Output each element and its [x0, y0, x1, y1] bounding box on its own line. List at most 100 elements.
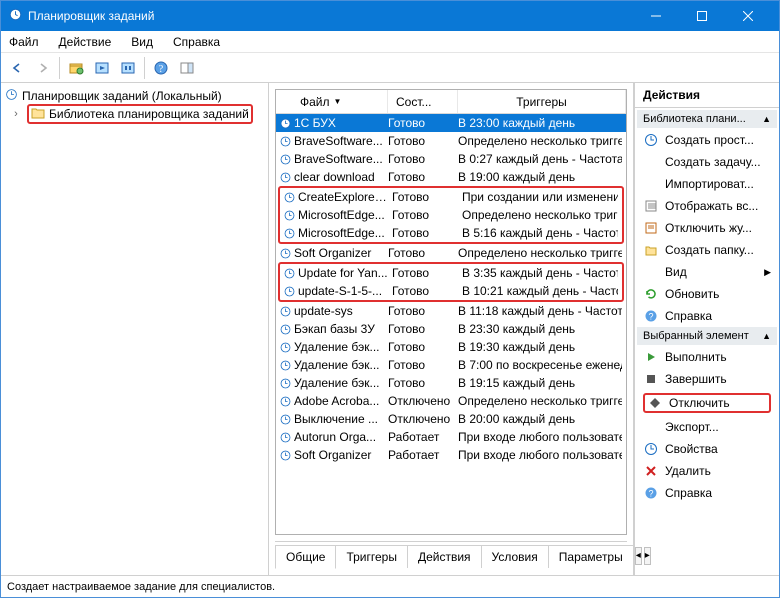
action-show-all[interactable]: Отображать вс...: [637, 195, 777, 217]
cell-name: CreateExplorer...: [298, 190, 392, 204]
create-task-icon[interactable]: [64, 56, 88, 80]
tab-params[interactable]: Параметры: [548, 545, 634, 568]
help-icon[interactable]: ?: [149, 56, 173, 80]
action-help-2[interactable]: ?Справка: [637, 482, 777, 504]
table-row[interactable]: Soft OrganizerРаботаетПри входе любого п…: [276, 446, 626, 464]
cell-state: Отключено: [388, 394, 458, 408]
clock-icon: [276, 449, 294, 462]
svg-text:?: ?: [648, 312, 653, 322]
action-disable[interactable]: Отключить: [637, 390, 777, 416]
menu-file[interactable]: Файл: [5, 33, 43, 51]
sort-indicator-icon: ▼: [334, 97, 342, 106]
actions-section-selected[interactable]: Выбранный элемент▲: [637, 327, 777, 345]
toolbar: ?: [1, 53, 779, 83]
cell-state: Готово: [388, 376, 458, 390]
action-create-task[interactable]: Создать задачу...: [637, 151, 777, 173]
log-icon: [643, 220, 659, 236]
expand-icon[interactable]: ›: [9, 108, 23, 120]
refresh-icon: [643, 286, 659, 302]
action-end[interactable]: Завершить: [637, 368, 777, 390]
clock-icon: [276, 395, 294, 408]
header-state[interactable]: Сост...: [388, 90, 458, 113]
tree-library[interactable]: › Библиотека планировщика заданий: [3, 105, 266, 123]
cell-name: Soft Organizer: [294, 246, 388, 260]
cell-trigger: В 23:30 каждый день: [458, 322, 622, 336]
table-row[interactable]: clear downloadГотовоВ 19:00 каждый день: [276, 168, 626, 186]
cell-trigger: Определено несколько тригге: [458, 394, 622, 408]
table-row[interactable]: BraveSoftware...ГотовоВ 0:27 каждый день…: [276, 150, 626, 168]
table-row[interactable]: Adobe Acroba...ОтключеноОпределено неско…: [276, 392, 626, 410]
action-new-folder[interactable]: Создать папку...: [637, 239, 777, 261]
table-row[interactable]: BraveSoftware...ГотовоОпределено несколь…: [276, 132, 626, 150]
tab-conditions[interactable]: Условия: [481, 545, 549, 568]
properties-icon: [643, 441, 659, 457]
menu-action[interactable]: Действие: [55, 33, 116, 51]
table-row[interactable]: 1С БУХГотовоВ 23:00 каждый день: [276, 114, 626, 132]
table-row[interactable]: MicrosoftEdge...ГотовоОпределено несколь…: [280, 206, 622, 224]
delete-icon: [643, 463, 659, 479]
cell-trigger: В 10:21 каждый день - Частота: [462, 284, 618, 298]
cell-name: Soft Organizer: [294, 448, 388, 462]
disable-task-icon[interactable]: [116, 56, 140, 80]
table-row[interactable]: Удаление бэк...ГотовоВ 7:00 по воскресен…: [276, 356, 626, 374]
table-row[interactable]: Бэкап базы 3УГотовоВ 23:30 каждый день: [276, 320, 626, 338]
action-import[interactable]: Импортироват...: [637, 173, 777, 195]
action-help[interactable]: ?Справка: [637, 305, 777, 327]
action-run[interactable]: Выполнить: [637, 346, 777, 368]
tab-actions[interactable]: Действия: [407, 545, 482, 568]
menu-view[interactable]: Вид: [127, 33, 157, 51]
table-row[interactable]: Удаление бэк...ГотовоВ 19:15 каждый день: [276, 374, 626, 392]
folder-icon: [31, 106, 45, 122]
cell-trigger: В 11:18 каждый день - Частота: [458, 304, 622, 318]
action-refresh[interactable]: Обновить: [637, 283, 777, 305]
actions-section-library[interactable]: Библиотека плани...▲: [637, 110, 777, 128]
menu-help[interactable]: Справка: [169, 33, 224, 51]
action-export[interactable]: Экспорт...: [637, 416, 777, 438]
action-delete[interactable]: Удалить: [637, 460, 777, 482]
header-trigger[interactable]: Триггеры: [458, 90, 626, 113]
run-task-icon[interactable]: [90, 56, 114, 80]
task-icon: [643, 154, 659, 170]
clock-icon: [280, 191, 298, 204]
table-row[interactable]: Autorun Orga...РаботаетПри входе любого …: [276, 428, 626, 446]
table-row[interactable]: Выключение ...ОтключеноВ 20:00 каждый де…: [276, 410, 626, 428]
tree-pane: Планировщик заданий (Локальный) › Библио…: [1, 83, 269, 575]
cell-trigger: Определено несколько тригге: [458, 246, 622, 260]
minimize-button[interactable]: [633, 1, 679, 31]
back-button[interactable]: [5, 56, 29, 80]
cell-trigger: В 5:16 каждый день - Частота п: [462, 226, 618, 240]
forward-button[interactable]: [31, 56, 55, 80]
statusbar: Создает настраиваемое задание для специа…: [1, 575, 779, 597]
cell-name: clear download: [294, 170, 388, 184]
cell-state: Готово: [392, 208, 462, 222]
cell-trigger: В 7:00 по воскресенье еженеде: [458, 358, 622, 372]
action-properties[interactable]: Свойства: [637, 438, 777, 460]
action-disable-log[interactable]: Отключить жу...: [637, 217, 777, 239]
header-file[interactable]: Файл▼: [276, 90, 388, 113]
clock-icon: [276, 153, 294, 166]
action-create-basic[interactable]: Создать прост...: [637, 129, 777, 151]
table-row[interactable]: Soft OrganizerГотовоОпределено несколько…: [276, 244, 626, 262]
cell-name: Удаление бэк...: [294, 340, 388, 354]
tab-general[interactable]: Общие: [275, 545, 336, 569]
cell-name: Выключение ...: [294, 412, 388, 426]
help-icon: ?: [643, 308, 659, 324]
tab-triggers[interactable]: Триггеры: [335, 545, 408, 568]
maximize-button[interactable]: [679, 1, 725, 31]
table-row[interactable]: MicrosoftEdge...ГотовоВ 5:16 каждый день…: [280, 224, 622, 242]
tree-root[interactable]: Планировщик заданий (Локальный): [3, 87, 266, 105]
show-actions-icon[interactable]: [175, 56, 199, 80]
cell-state: Готово: [388, 340, 458, 354]
table-row[interactable]: Удаление бэк...ГотовоВ 19:30 каждый день: [276, 338, 626, 356]
task-list[interactable]: Файл▼ Сост... Триггеры 1С БУХГотовоВ 23:…: [275, 89, 627, 535]
table-row[interactable]: update-sysГотовоВ 11:18 каждый день - Ча…: [276, 302, 626, 320]
table-row[interactable]: CreateExplorer...ГотовоПри создании или …: [280, 188, 622, 206]
table-row[interactable]: Update for Yan...ГотовоВ 3:35 каждый ден…: [280, 264, 622, 282]
cell-state: Работает: [388, 430, 458, 444]
action-view[interactable]: Вид▶: [637, 261, 777, 283]
clock-icon: [280, 285, 298, 298]
window-title: Планировщик заданий: [28, 9, 633, 23]
clock-icon: [276, 117, 294, 130]
table-row[interactable]: update-S-1-5-...ГотовоВ 10:21 каждый ден…: [280, 282, 622, 300]
close-button[interactable]: [725, 1, 771, 31]
